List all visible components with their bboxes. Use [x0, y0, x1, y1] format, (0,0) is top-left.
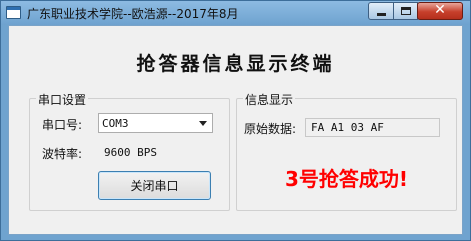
chevron-down-icon	[199, 121, 207, 126]
title-bar[interactable]: 广东职业技术学院--欧浩源--2017年8月 ✕	[1, 1, 470, 25]
window-app-icon	[6, 6, 21, 19]
window-title: 广东职业技术学院--欧浩源--2017年8月	[27, 7, 239, 21]
maximize-icon	[401, 7, 411, 15]
maximize-button[interactable]	[393, 2, 418, 20]
result-message: 3号抢答成功!	[284, 167, 409, 191]
raw-data-label: 原始数据:	[244, 122, 297, 136]
close-port-button[interactable]: 关闭串口	[98, 171, 211, 200]
baud-value: 9600 BPS	[104, 146, 157, 159]
baud-label: 波特率:	[42, 147, 83, 161]
port-select-value: COM3	[102, 117, 129, 130]
client-area: 抢答器信息显示终端 串口设置 串口号: COM3 波特率: 9600 BPS 关…	[8, 25, 463, 235]
app-window: 广东职业技术学院--欧浩源--2017年8月 ✕ 抢答器信息显示终端 串口设置 …	[0, 0, 471, 241]
info-display-legend: 信息显示	[243, 91, 296, 108]
port-select[interactable]: COM3	[98, 113, 213, 133]
raw-data-field[interactable]: FA A1 03 AF	[305, 118, 440, 137]
minimize-button[interactable]	[368, 2, 394, 20]
serial-settings-legend: 串口设置	[36, 91, 89, 108]
raw-data-value: FA A1 03 AF	[311, 121, 384, 134]
page-title: 抢答器信息显示终端	[136, 53, 335, 75]
minimize-icon	[377, 13, 386, 16]
serial-settings-group: 串口设置 串口号: COM3 波特率: 9600 BPS 关闭串口	[29, 91, 230, 211]
close-button[interactable]: ✕	[417, 2, 463, 20]
close-icon: ✕	[434, 2, 446, 18]
info-display-group: 信息显示 原始数据: FA A1 03 AF 3号抢答成功!	[236, 91, 457, 211]
port-label: 串口号:	[42, 118, 83, 132]
